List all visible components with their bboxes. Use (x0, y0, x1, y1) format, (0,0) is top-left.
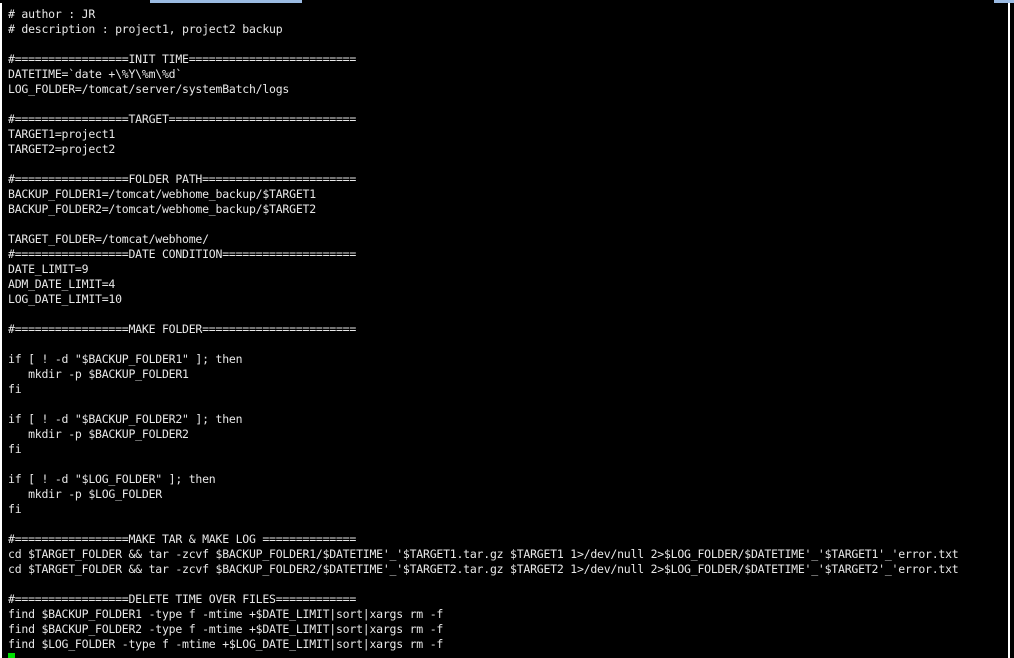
terminal-line: DATE_LIMIT=9 (8, 262, 89, 276)
terminal-cursor (8, 653, 15, 658)
terminal-line: if [ ! -d "$BACKUP_FOLDER1" ]; then (8, 352, 243, 366)
terminal-line: #=================MAKE FOLDER===========… (8, 322, 357, 336)
terminal-line: mkdir -p $BACKUP_FOLDER2 (8, 427, 189, 441)
terminal-line: #=================MAKE TAR & MAKE LOG ==… (8, 532, 357, 546)
terminal-line: if [ ! -d "$LOG_FOLDER" ]; then (8, 472, 216, 486)
terminal-line: fi (8, 502, 22, 516)
terminal-line: mkdir -p $LOG_FOLDER (8, 487, 162, 501)
terminal-line: ADM_DATE_LIMIT=4 (8, 277, 116, 291)
terminal-line: #=================INIT TIME=============… (8, 52, 357, 66)
terminal-line: cd $TARGET_FOLDER && tar -zcvf $BACKUP_F… (8, 562, 959, 576)
terminal-line: find $LOG_FOLDER -type f -mtime +$LOG_DA… (8, 637, 444, 651)
terminal-line: #=================DELETE TIME OVER FILES… (8, 592, 357, 606)
terminal-line: LOG_FOLDER=/tomcat/server/systemBatch/lo… (8, 82, 290, 96)
terminal-line: BACKUP_FOLDER1=/tomcat/webhome_backup/$T… (8, 187, 316, 201)
terminal-line: BACKUP_FOLDER2=/tomcat/webhome_backup/$T… (8, 202, 316, 216)
terminal-line: fi (8, 382, 22, 396)
terminal-line: #=================TARGET================… (8, 112, 357, 126)
terminal-window[interactable]: # author : JR # description : project1, … (0, 3, 1010, 658)
terminal-line: cd $TARGET_FOLDER && tar -zcvf $BACKUP_F… (8, 547, 959, 561)
terminal-line: TARGET2=project2 (8, 142, 116, 156)
terminal-line: if [ ! -d "$BACKUP_FOLDER2" ]; then (8, 412, 243, 426)
terminal-line: find $BACKUP_FOLDER1 -type f -mtime +$DA… (8, 607, 444, 621)
terminal-line: #=================FOLDER PATH===========… (8, 172, 357, 186)
terminal-line: TARGET_FOLDER=/tomcat/webhome/ (8, 232, 209, 246)
terminal-line: # description : project1, project2 backu… (8, 22, 283, 36)
terminal-line: TARGET1=project1 (8, 127, 116, 141)
terminal-line: fi (8, 442, 22, 456)
terminal-line: #=================DATE CONDITION========… (8, 247, 357, 261)
terminal-line: LOG_DATE_LIMIT=10 (8, 292, 122, 306)
terminal-line: # author : JR (8, 7, 96, 21)
terminal-line: DATETIME=`date +\%Y\%m\%d` (8, 67, 183, 81)
terminal-line: mkdir -p $BACKUP_FOLDER1 (8, 367, 189, 381)
terminal-line: find $BACKUP_FOLDER2 -type f -mtime +$DA… (8, 622, 444, 636)
